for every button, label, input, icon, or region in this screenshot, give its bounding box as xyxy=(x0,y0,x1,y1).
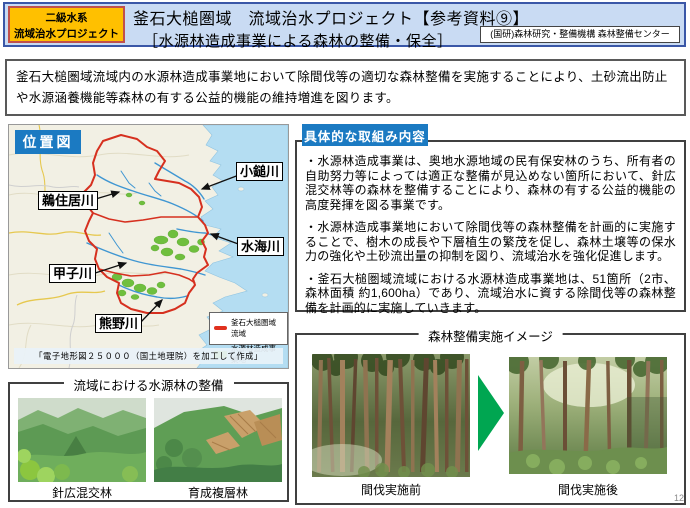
map-source-caption: 「電子地形図２５０００（国土地理院）を加工して作成」 xyxy=(14,348,283,364)
right-arrow-icon xyxy=(478,375,504,451)
photo-after-thinning xyxy=(509,357,667,474)
legend-swatch-basin xyxy=(214,326,227,330)
photo-before-thinning xyxy=(312,354,470,477)
location-map: 位置図 小鎚川 鵜住居川 水海川 甲子川 熊野川 釜石大槌圏域流域 水源林造成事… xyxy=(8,124,289,369)
map-legend: 釜石大槌圏域流域 水源林造成事業地 xyxy=(209,312,288,345)
watershed-forest-gallery: 流域における水源林の整備 xyxy=(8,382,289,502)
photo-multistory-forest xyxy=(154,398,282,482)
river-label-kumano: 熊野川 xyxy=(95,314,142,333)
caption-multistory-forest: 育成複層林 xyxy=(154,484,282,501)
legend-label-basin: 釜石大槌圏域流域 xyxy=(231,317,283,339)
page-title: 釜石大槌圏域 流域治水プロジェクト【参考資料⑨】 ［水源林造成事業による森林の整… xyxy=(133,5,529,51)
photo-mixed-forest xyxy=(18,398,146,482)
badge-line1: 二級水系 xyxy=(10,10,123,26)
river-label-kasshi: 甲子川 xyxy=(49,264,96,283)
header-bar: 二級水系 流域治水プロジェクト 釜石大槌圏域 流域治水プロジェクト【参考資料⑨】… xyxy=(3,2,686,47)
page-title-line1: 釜石大槌圏域 流域治水プロジェクト【参考資料⑨】 xyxy=(133,5,529,29)
river-label-mizuumi: 水海川 xyxy=(237,237,284,256)
river-label-unosumai: 鵜住居川 xyxy=(38,191,98,210)
legend-item-basin: 釜石大槌圏域流域 xyxy=(214,317,283,339)
left-gallery-title: 流域における水源林の整備 xyxy=(63,375,233,394)
details-box: ・水源林造成事業は、奥地水源地域の民有保安林のうち、所有者の自助努力等によっては… xyxy=(295,140,686,312)
organization-label: (国研)森林研究・整備機構 森林整備センター xyxy=(480,26,680,43)
page-number: 12 xyxy=(674,493,684,503)
river-label-kozuchi: 小鎚川 xyxy=(236,162,283,181)
watershed-class-badge: 二級水系 流域治水プロジェクト xyxy=(8,6,125,43)
caption-after-thinning: 間伐実施後 xyxy=(509,481,667,498)
badge-line2: 流域治水プロジェクト xyxy=(10,26,123,42)
details-bullet-3: ・釜石大槌圏域流域における水源林造成事業地は、51箇所（2市、森林面積 約1,6… xyxy=(305,272,676,316)
slide-page: 二級水系 流域治水プロジェクト 釜石大槌圏域 流域治水プロジェクト【参考資料⑨】… xyxy=(0,0,690,508)
page-title-line2: ［水源林造成事業による森林の整備・保全］ xyxy=(133,30,529,51)
details-section-header: 具体的な取組み内容 xyxy=(302,124,428,146)
summary-box: 釜石大槌圏域流域内の水源林造成事業地において除間伐等の適切な森林整備を実施するこ… xyxy=(5,59,686,116)
caption-mixed-forest: 針広混交林 xyxy=(18,484,146,501)
thinning-gallery: 森林整備実施イメージ xyxy=(295,333,686,505)
details-bullet-1: ・水源林造成事業は、奥地水源地域の民有保安林のうち、所有者の自助努力等によっては… xyxy=(305,154,676,212)
map-title-tag: 位置図 xyxy=(15,130,81,154)
details-bullet-2: ・水源林造成事業地において除間伐等の森林整備を計画的に実施することで、樹木の成長… xyxy=(305,220,676,264)
caption-before-thinning: 間伐実施前 xyxy=(312,481,470,498)
right-gallery-title: 森林整備実施イメージ xyxy=(418,326,563,345)
